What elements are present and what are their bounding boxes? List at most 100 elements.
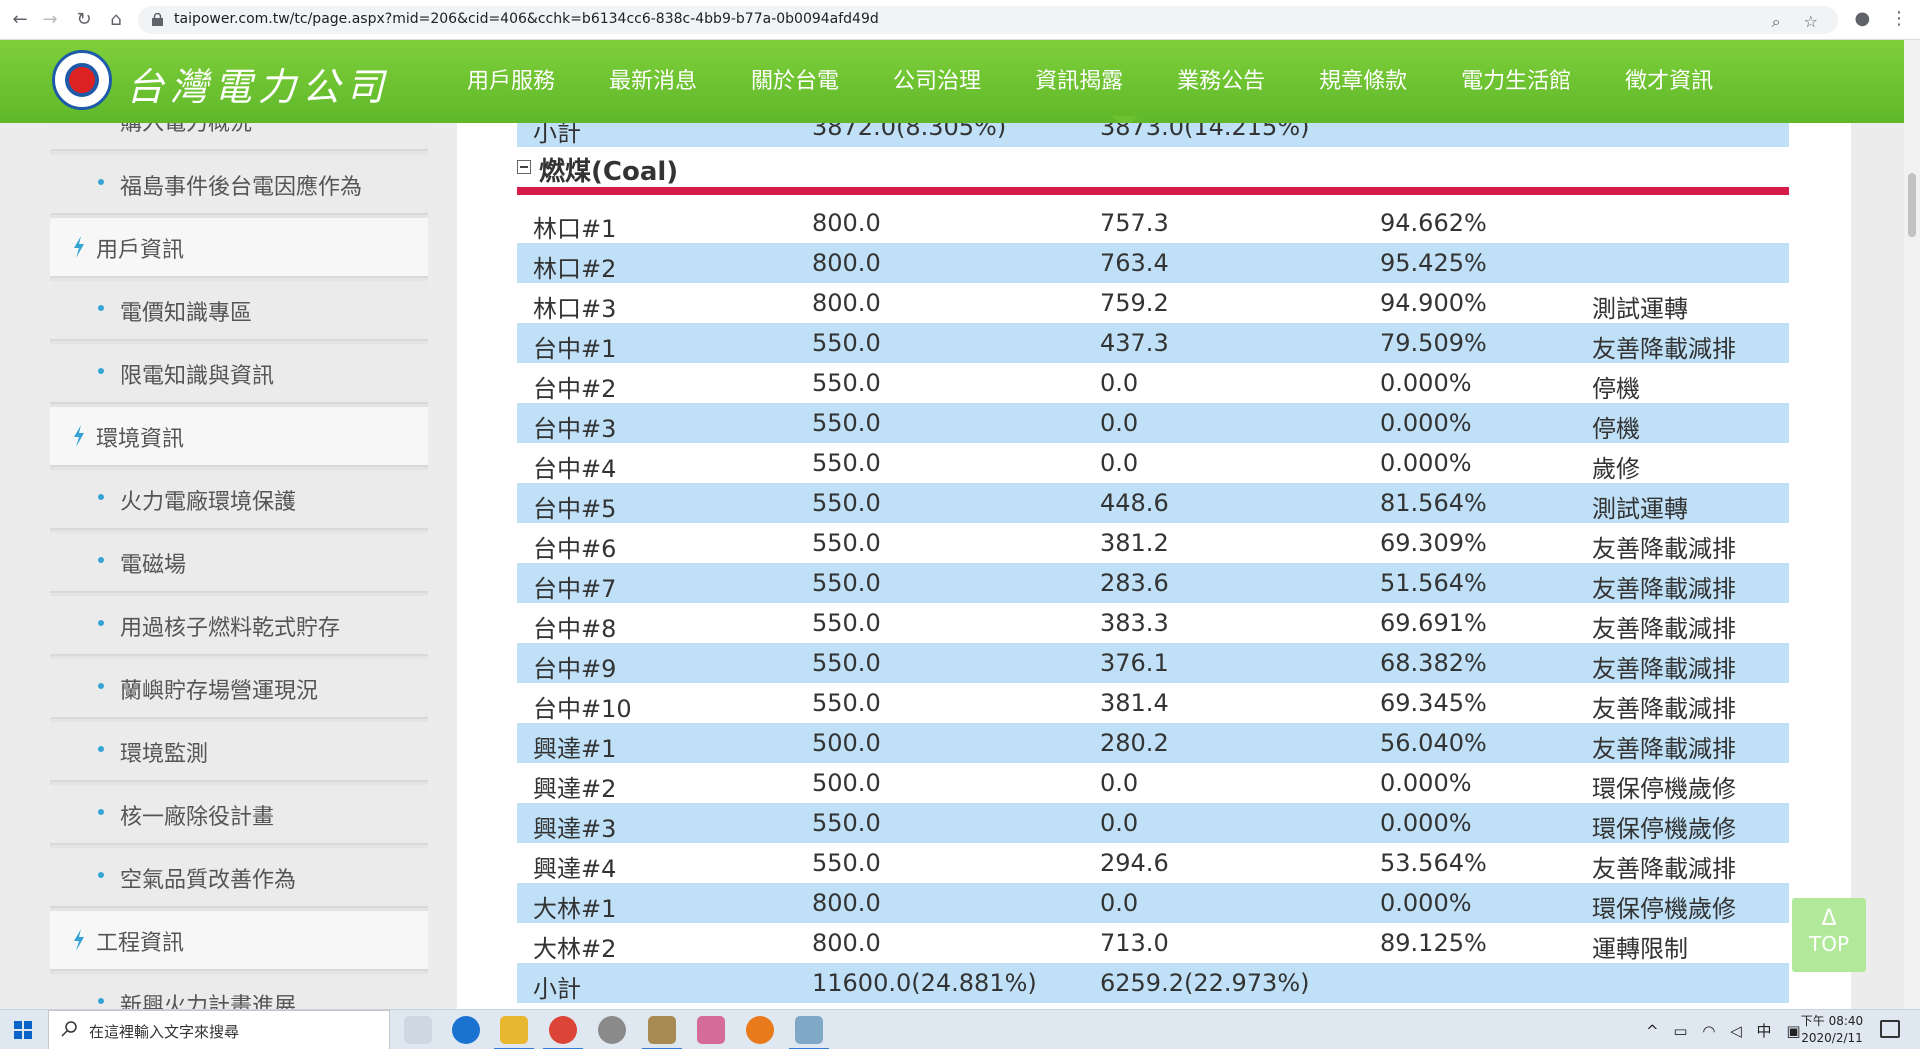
table-row: 台中#10 550.0 381.4 69.345% 友善降載減排 [517,683,1789,723]
cell-capacity: 550.0 [812,569,881,597]
battery-icon[interactable]: ▭ [1673,1022,1687,1040]
cell-capacity: 550.0 [812,849,881,877]
table-row: 台中#7 550.0 283.6 51.564% 友善降載減排 [517,563,1789,603]
cell-output: 6259.2(22.973%) [1100,969,1310,997]
cell-capacity: 550.0 [812,369,881,397]
taskbar-search-box[interactable]: 在這裡輸入文字來搜尋 [48,1010,390,1049]
menu-dots-icon[interactable]: ⋮ [1890,8,1908,29]
sidebar-category-engineering[interactable]: 工程資訊 [50,911,428,971]
nav-item-power-life[interactable]: 電力生活館 [1434,40,1598,123]
table-row: 興達#3 550.0 0.0 0.000% 環保停機歲修 [517,803,1789,843]
sidebar-category-customer-info[interactable]: 用戶資訊 [50,218,428,278]
back-to-top-button[interactable]: Δ TOP [1792,898,1866,972]
app-icon-2[interactable] [642,1016,682,1049]
bookmark-star-icon[interactable]: ☆ [1804,12,1818,31]
sidebar-item-env-monitoring[interactable]: 環境監測 [50,722,428,782]
sidebar-item-label: 電價知識專區 [120,301,253,326]
cell-capacity: 550.0 [812,529,881,557]
scrollbar-thumb[interactable] [1908,173,1916,237]
sidebar-category-environment[interactable]: 環境資訊 [50,407,428,467]
sidebar-item-label: 火力電廠環境保護 [120,490,297,515]
nav-item-announcements[interactable]: 業務公告 [1150,40,1292,123]
cell-capacity: 550.0 [812,689,881,717]
home-icon[interactable]: ⌂ [104,8,128,32]
cell-output: 0.0 [1100,449,1139,477]
cell-unit: 林口#2 [533,255,617,283]
sidebar-item-emf[interactable]: 電磁場 [50,533,428,593]
section-header-coal[interactable]: 燃煤(Coal) [517,149,1789,189]
cell-output: 0.0 [1100,809,1139,837]
address-bar[interactable]: taipower.com.tw/tc/page.aspx?mid=206&cid… [138,6,1838,34]
taskbar-clock[interactable]: 下午 08:40 2020/2/11 [1796,1013,1868,1047]
nav-item-governance[interactable]: 公司治理 [866,40,1008,123]
cell-capacity: 550.0 [812,809,881,837]
ime-indicator[interactable]: 中 [1757,1022,1772,1040]
zoom-icon[interactable]: ⌕ [1772,12,1781,31]
cell-unit: 興達#4 [533,855,617,883]
table-row: 台中#2 550.0 0.0 0.000% 停機 [517,363,1789,403]
windows-start-icon[interactable] [14,1021,32,1039]
cell-unit: 大林#1 [533,895,617,923]
sidebar-item-power-rationing[interactable]: 限電知識與資訊 [50,344,428,404]
cell-output: 3873.0(14.215%) [1100,123,1310,141]
cell-note: 運轉限制 [1592,935,1688,963]
sidebar-item-lanyu[interactable]: 蘭嶼貯存場營運現況 [50,659,428,719]
nav-item-about[interactable]: 關於台電 [724,40,866,123]
nav-item-news[interactable]: 最新消息 [582,40,724,123]
collapse-minus-icon[interactable] [517,160,531,174]
cell-unit: 台中#4 [533,455,617,483]
reload-icon[interactable]: ↻ [72,8,96,32]
sidebar-item-label: 限電知識與資訊 [120,364,275,389]
app-icon-1[interactable] [598,1016,626,1044]
cell-unit: 台中#2 [533,375,617,403]
nav-item-regulations[interactable]: 規章條款 [1292,40,1434,123]
back-arrow-icon[interactable]: ← [8,8,32,32]
page-scrollbar[interactable] [1904,40,1920,1009]
sidebar-item-thermal-env[interactable]: 火力電廠環境保護 [50,470,428,530]
cell-output: 0.0 [1100,889,1139,917]
sidebar-item-dry-storage[interactable]: 用過核子燃料乾式貯存 [50,596,428,656]
browser-toolbar: ← → ↻ ⌂ taipower.com.tw/tc/page.aspx?mid… [0,0,1920,40]
cell-unit: 興達#3 [533,815,617,843]
sidebar-item-decommission[interactable]: 核一廠除役計畫 [50,785,428,845]
cell-output: 283.6 [1100,569,1169,597]
app-icon-4[interactable] [789,1016,829,1049]
sidebar-item-fukushima[interactable]: 福島事件後台電因應作為 [50,155,428,215]
nav-item-disclosure[interactable]: 資訊揭露 [1008,40,1150,123]
chrome-icon[interactable] [543,1016,583,1049]
forward-arrow-icon[interactable]: → [38,8,62,32]
windows-taskbar: 在這裡輸入文字來搜尋 ^ ▭ ◠ ◁ 中 ▣ 下午 08:40 2020/2/1… [0,1009,1920,1049]
lock-icon [152,13,163,26]
cell-output: 376.1 [1100,649,1169,677]
table-row: 台中#5 550.0 448.6 81.564% 測試運轉 [517,483,1789,523]
nav-item-recruitment[interactable]: 徵才資訊 [1598,40,1740,123]
system-tray: ^ ▭ ◠ ◁ 中 ▣ [1646,1020,1811,1041]
sidebar-item-price-knowledge[interactable]: 電價知識專區 [50,281,428,341]
subtotal-row: 小計 11600.0(24.881%) 6259.2(22.973%) [517,963,1789,1003]
cell-note: 友善降載減排 [1592,535,1736,563]
sidebar-item-air-quality[interactable]: 空氣品質改善作為 [50,848,428,908]
sidebar-item-new-thermal[interactable]: 新興火力計畫進展 [50,974,428,1009]
app-icon-3[interactable] [697,1016,725,1044]
nav-item-customer-service[interactable]: 用戶服務 [440,40,582,123]
wifi-icon[interactable]: ◠ [1702,1022,1715,1040]
volume-icon[interactable]: ◁ [1730,1022,1742,1040]
file-explorer-icon[interactable] [494,1016,534,1049]
profile-icon[interactable]: ● [1855,8,1871,29]
sidebar-category-label: 工程資訊 [96,931,185,956]
cell-unit: 台中#5 [533,495,617,523]
taipower-logo[interactable] [52,50,112,110]
task-view-icon[interactable] [404,1016,432,1044]
chevron-up-icon[interactable]: ^ [1646,1022,1659,1040]
cell-ratio: 69.691% [1380,609,1487,637]
cell-ratio: 81.564% [1380,489,1487,517]
sidebar-item-purchased-power[interactable]: 購入電力概況 [50,123,428,151]
sidebar-item-label: 福島事件後台電因應作為 [120,175,363,200]
sidebar-item-label: 空氣品質改善作為 [120,868,297,893]
site-logo-text[interactable]: 台灣電力公司 [126,56,390,111]
up-arrow-icon: Δ [1821,906,1837,931]
blender-icon[interactable] [746,1016,774,1044]
cell-ratio: 69.345% [1380,689,1487,717]
edge-browser-icon[interactable] [452,1016,480,1044]
notification-icon[interactable] [1880,1020,1900,1038]
